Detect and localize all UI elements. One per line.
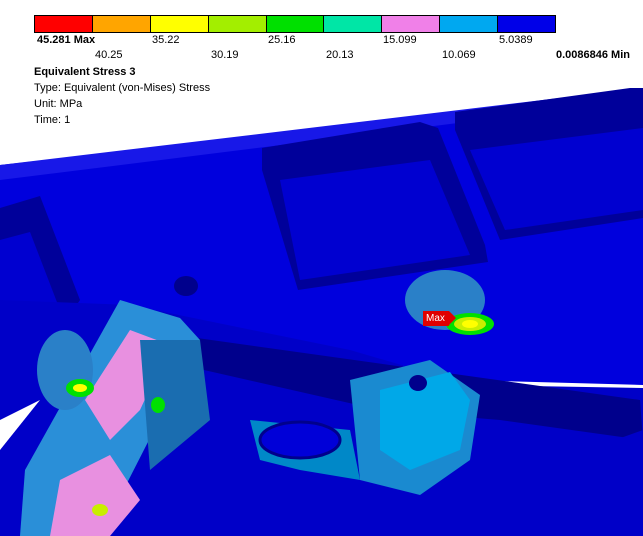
hotspot-max-inner: [462, 320, 478, 328]
bolt-boss-left: [37, 330, 93, 410]
model-viewport[interactable]: [0, 0, 643, 536]
result-time: Time: 1: [34, 114, 71, 126]
legend-top-label-1: 35.22: [152, 34, 180, 46]
hole-1: [174, 276, 198, 296]
legend-min-label: 0.0086846 Min: [556, 49, 630, 61]
max-probe-tag[interactable]: Max: [423, 311, 456, 326]
hole-2: [409, 375, 427, 391]
right-edge-part: [610, 430, 643, 536]
legend-max-label: 45.281 Max: [37, 34, 96, 46]
legend-top-label-2: 25.16: [268, 34, 296, 46]
legend-swatch-8: [440, 16, 499, 32]
legend-bottom-label-4: 10.069: [442, 49, 476, 61]
legend-swatch-3: [150, 16, 209, 32]
result-unit: Unit: MPa: [34, 98, 83, 110]
legend-swatch-5: [266, 16, 325, 32]
legend-bottom-label-2: 30.19: [211, 49, 239, 61]
legend-swatch-2: [92, 16, 151, 32]
hotspot-bottom: [92, 504, 108, 516]
legend-top-label-4: 5.0389: [499, 34, 533, 46]
legend-swatch-9: [498, 16, 556, 32]
result-title: Equivalent Stress 3: [34, 66, 136, 78]
hole-3: [258, 420, 342, 460]
hotspot-arm: [151, 397, 165, 413]
legend-swatch-1: [35, 16, 93, 32]
legend-swatch-4: [208, 16, 267, 32]
legend-top-label-3: 15.099: [383, 34, 417, 46]
result-type: Type: Equivalent (von-Mises) Stress: [34, 82, 211, 94]
legend-swatch-6: [324, 16, 383, 32]
legend-bottom-label-1: 40.25: [95, 49, 123, 61]
hotspot-left-inner: [73, 384, 87, 392]
legend-color-bar: [34, 15, 556, 33]
legend-bottom-label-3: 20.13: [326, 49, 354, 61]
legend-swatch-7: [382, 16, 441, 32]
